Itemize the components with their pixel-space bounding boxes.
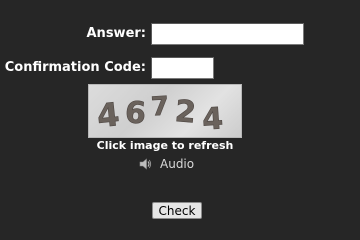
confirmation-code-label: Confirmation Code: [4, 60, 146, 75]
captcha-char: 7 [150, 92, 170, 123]
refresh-captcha-link[interactable]: Click image to refresh [0, 139, 330, 153]
answer-label: Answer: [86, 26, 147, 41]
confirmation-code-input[interactable] [151, 57, 214, 79]
check-button[interactable]: Check [152, 202, 202, 219]
audio-label: Audio [160, 157, 195, 171]
audio-captcha-link[interactable]: Audio [138, 156, 194, 172]
captcha-char: 2 [174, 94, 198, 131]
answer-input[interactable] [151, 23, 304, 45]
speaker-icon [139, 158, 152, 170]
captcha-char: 4 [201, 101, 224, 137]
captcha-char: 6 [124, 95, 147, 131]
captcha-form: Answer: Confirmation Code: 4 6 7 2 4 Cli… [0, 0, 360, 240]
captcha-image[interactable]: 4 6 7 2 4 [88, 84, 242, 138]
captcha-char: 4 [95, 95, 121, 135]
captcha-glyphs: 4 6 7 2 4 [95, 91, 225, 137]
